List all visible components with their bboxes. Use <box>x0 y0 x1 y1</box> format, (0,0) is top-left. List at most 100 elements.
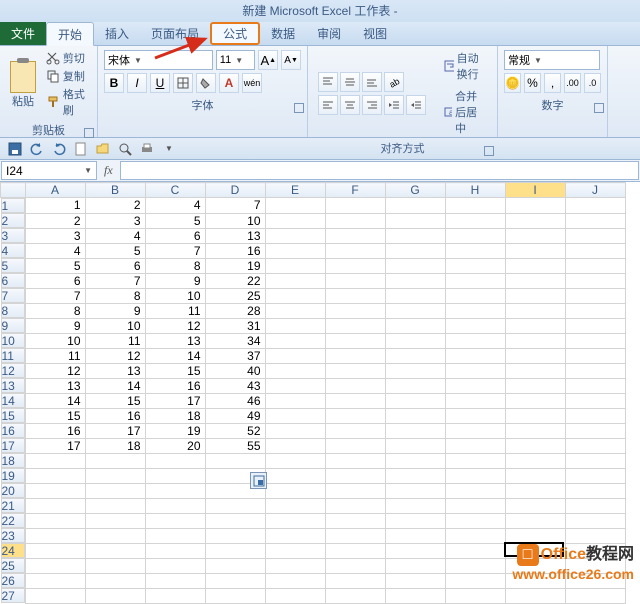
col-header-H[interactable]: H <box>445 183 505 198</box>
cell-H27[interactable] <box>445 588 505 603</box>
cell-I10[interactable] <box>505 333 565 348</box>
row-header-26[interactable]: 26 <box>1 573 25 588</box>
cell-G5[interactable] <box>385 258 445 273</box>
cell-F18[interactable] <box>325 453 385 468</box>
cell-A19[interactable] <box>25 468 85 483</box>
cell-E1[interactable] <box>265 198 325 214</box>
col-header-F[interactable]: F <box>325 183 385 198</box>
cell-I6[interactable] <box>505 273 565 288</box>
cell-C14[interactable]: 17 <box>145 393 205 408</box>
cell-I27[interactable] <box>505 588 565 603</box>
formula-input[interactable] <box>120 161 639 180</box>
row-header-6[interactable]: 6 <box>1 273 25 288</box>
cell-E22[interactable] <box>265 513 325 528</box>
row-header-3[interactable]: 3 <box>1 228 25 243</box>
cell-G6[interactable] <box>385 273 445 288</box>
cell-A25[interactable] <box>25 558 85 573</box>
col-header-I[interactable]: I <box>505 183 565 198</box>
cell-D13[interactable]: 43 <box>205 378 265 393</box>
font-dialog-icon[interactable] <box>294 103 304 113</box>
cell-I5[interactable] <box>505 258 565 273</box>
row-header-18[interactable]: 18 <box>1 453 25 468</box>
cell-B20[interactable] <box>85 483 145 498</box>
cell-B26[interactable] <box>85 573 145 588</box>
cell-B24[interactable] <box>85 543 145 558</box>
cell-D5[interactable]: 19 <box>205 258 265 273</box>
cell-G18[interactable] <box>385 453 445 468</box>
cell-F20[interactable] <box>325 483 385 498</box>
cell-H11[interactable] <box>445 348 505 363</box>
cell-H21[interactable] <box>445 498 505 513</box>
cell-B5[interactable]: 6 <box>85 258 145 273</box>
paste-button[interactable]: 粘贴 <box>4 59 42 109</box>
cell-E3[interactable] <box>265 228 325 243</box>
cell-J10[interactable] <box>565 333 625 348</box>
cell-B10[interactable]: 11 <box>85 333 145 348</box>
cell-D7[interactable]: 25 <box>205 288 265 303</box>
orientation-button[interactable]: ab <box>384 72 404 92</box>
cell-C23[interactable] <box>145 528 205 543</box>
increase-indent-button[interactable] <box>406 95 426 115</box>
increase-font-button[interactable]: A▲ <box>258 50 278 70</box>
row-header-1[interactable]: 1 <box>1 198 25 213</box>
cell-A7[interactable]: 7 <box>25 288 85 303</box>
cell-F7[interactable] <box>325 288 385 303</box>
cell-J12[interactable] <box>565 363 625 378</box>
row-header-17[interactable]: 17 <box>1 438 25 453</box>
cell-B9[interactable]: 10 <box>85 318 145 333</box>
cell-D9[interactable]: 31 <box>205 318 265 333</box>
cell-E16[interactable] <box>265 423 325 438</box>
cell-H19[interactable] <box>445 468 505 483</box>
cell-H23[interactable] <box>445 528 505 543</box>
cell-J25[interactable] <box>565 558 625 573</box>
clipboard-dialog-icon[interactable] <box>84 128 94 138</box>
cell-J6[interactable] <box>565 273 625 288</box>
cell-A6[interactable]: 6 <box>25 273 85 288</box>
cell-F22[interactable] <box>325 513 385 528</box>
new-button[interactable] <box>72 140 90 158</box>
cell-G11[interactable] <box>385 348 445 363</box>
decrease-decimal-button[interactable]: .0 <box>584 73 601 93</box>
format-painter-button[interactable]: 格式刷 <box>46 86 89 118</box>
cell-E19[interactable] <box>265 468 325 483</box>
row-header-12[interactable]: 12 <box>1 363 25 378</box>
cell-G26[interactable] <box>385 573 445 588</box>
cell-F12[interactable] <box>325 363 385 378</box>
cell-H26[interactable] <box>445 573 505 588</box>
cell-D24[interactable] <box>205 543 265 558</box>
align-middle-button[interactable] <box>340 72 360 92</box>
fx-icon[interactable]: fx <box>104 163 113 178</box>
cell-J13[interactable] <box>565 378 625 393</box>
select-all-corner[interactable] <box>1 183 26 198</box>
cell-D22[interactable] <box>205 513 265 528</box>
cell-I16[interactable] <box>505 423 565 438</box>
cell-J24[interactable] <box>565 543 625 558</box>
cell-F9[interactable] <box>325 318 385 333</box>
cell-B25[interactable] <box>85 558 145 573</box>
copy-button[interactable]: 复制 <box>46 68 89 84</box>
alignment-dialog-icon[interactable] <box>484 146 494 156</box>
cell-D21[interactable] <box>205 498 265 513</box>
row-header-27[interactable]: 27 <box>1 588 25 603</box>
cell-I1[interactable] <box>505 198 565 214</box>
cell-B6[interactable]: 7 <box>85 273 145 288</box>
tab-file[interactable]: 文件 <box>0 22 46 45</box>
cell-J26[interactable] <box>565 573 625 588</box>
cell-E10[interactable] <box>265 333 325 348</box>
cell-A5[interactable]: 5 <box>25 258 85 273</box>
cell-G9[interactable] <box>385 318 445 333</box>
cell-F3[interactable] <box>325 228 385 243</box>
cell-G10[interactable] <box>385 333 445 348</box>
cell-C16[interactable]: 19 <box>145 423 205 438</box>
cell-B22[interactable] <box>85 513 145 528</box>
row-header-8[interactable]: 8 <box>1 303 25 318</box>
cell-H8[interactable] <box>445 303 505 318</box>
cell-E11[interactable] <box>265 348 325 363</box>
font-color-button[interactable]: A <box>219 73 239 93</box>
cell-A10[interactable]: 10 <box>25 333 85 348</box>
cell-I25[interactable] <box>505 558 565 573</box>
cell-F13[interactable] <box>325 378 385 393</box>
decrease-indent-button[interactable] <box>384 95 404 115</box>
percent-button[interactable]: % <box>524 73 541 93</box>
tab-data[interactable]: 数据 <box>260 22 306 45</box>
